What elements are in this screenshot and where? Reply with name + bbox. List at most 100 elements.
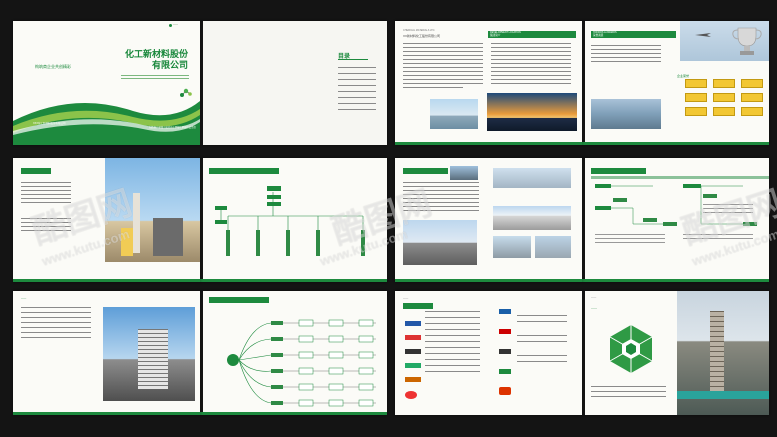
brand-logo-icon: [499, 387, 511, 395]
brand-logo-icon: [405, 363, 421, 368]
brand-logo-icon: [405, 349, 421, 354]
brand-logo-icon: [499, 329, 511, 334]
cover-footer: ХХХ化工新材料股份有限公司: [33, 122, 66, 125]
cover-wave-graphic: [13, 101, 200, 145]
toc-entry-line: [338, 91, 376, 92]
text-line: [403, 43, 483, 44]
text-line: [403, 71, 483, 72]
brand-logo-icon: [499, 369, 511, 374]
page-gap: [582, 291, 585, 415]
section-header-bar: [209, 297, 269, 303]
toc-entry-line: [338, 67, 376, 68]
text-line: [491, 67, 571, 68]
text-line: [491, 75, 571, 76]
text-line: [425, 347, 480, 348]
company-logo-icon: [169, 24, 172, 27]
text-line: [21, 202, 71, 203]
text-line: [517, 335, 567, 336]
plant-tower: [133, 193, 140, 253]
text-line: [21, 230, 71, 231]
toc-entry-line: [338, 109, 376, 110]
text-line: [425, 311, 480, 312]
text-line: [403, 190, 479, 191]
text-line: [591, 49, 661, 50]
bottom-accent-bar: [395, 142, 769, 145]
warehouse-photo-2: [493, 236, 531, 258]
airplane-icon: [695, 33, 711, 37]
cover-logo-text: ——: [173, 23, 178, 26]
text-line: [21, 317, 91, 318]
text-line: [491, 59, 571, 60]
brochure-spread-partners: —— —— ——: [395, 291, 769, 415]
text-line: [425, 341, 480, 342]
text-line: [403, 55, 483, 56]
text-line: [491, 63, 571, 64]
toc-underline: [338, 59, 368, 60]
facility-structure: [138, 329, 168, 389]
text-line: [403, 202, 479, 203]
brochure-spread-cover: 构筑商企业共创精彩 ХХХ化工新材料股份有限公司 —— 化工新材料股份 有限公司…: [13, 21, 387, 145]
brand-logo-icon: [499, 349, 511, 354]
award-certificate: [713, 93, 735, 102]
text-line: [403, 67, 483, 68]
brand-logo-icon: [405, 321, 421, 326]
section-header-bar: [21, 168, 51, 174]
section-label: ——: [21, 297, 27, 300]
text-line: [21, 337, 91, 338]
text-line: [425, 335, 480, 336]
bridge-sunset-photo: [487, 93, 577, 131]
warehouse-photo-3: [535, 236, 571, 258]
text-line: [21, 332, 91, 333]
text-line: [403, 75, 483, 76]
bottom-accent-bar: [13, 279, 387, 282]
award-certificate: [685, 79, 707, 88]
text-line: [517, 341, 567, 342]
section-label: ——: [591, 306, 597, 310]
text-line: [591, 386, 666, 387]
text-line: [425, 323, 480, 324]
refinery-photo: [403, 220, 477, 265]
award-certificate: [741, 93, 763, 102]
award-certificate: [685, 107, 707, 116]
cover-slogan: 创造客户价值 | 成就员工梦想 | 承担社会责任: [149, 126, 196, 129]
toc-entry-line: [338, 79, 376, 80]
text-line: [21, 194, 71, 195]
section-header-bar: [403, 168, 448, 174]
award-certificate: [741, 79, 763, 88]
section-header-bar-long: [591, 176, 769, 179]
text-line: [425, 329, 480, 330]
text-line: [21, 218, 71, 219]
toc-entry-line: [338, 103, 376, 104]
award-certificate: [741, 107, 763, 116]
teal-pipe: [677, 391, 769, 399]
toc-page: 目录: [203, 21, 387, 145]
factory-photo: [450, 166, 478, 180]
text-line: [491, 83, 571, 84]
section-label: ——: [403, 297, 409, 300]
text-line: [491, 55, 571, 56]
factory-aerial-photo: [591, 99, 661, 129]
culture-hexagon-diagram: [609, 325, 653, 373]
text-line: [21, 307, 91, 308]
text-line: [21, 190, 71, 191]
text-line: [21, 182, 71, 183]
text-line: [491, 71, 571, 72]
brand-logo-icon: [405, 377, 421, 382]
about-company-name: ХХ新材料化工股份有限公司: [403, 34, 441, 38]
about-section-label: 集团简介: [490, 34, 501, 37]
text-line: [491, 51, 571, 52]
text-line: [403, 206, 479, 207]
text-line: [21, 312, 91, 313]
toc-entry-line: [338, 85, 376, 86]
about-header-en: CHEMICAL MATERIALS LTD.: [403, 29, 435, 32]
cover-text-line: [121, 78, 189, 79]
molecule-icon: [180, 88, 192, 97]
section-header-bar: [403, 303, 433, 309]
cover-title-line2: 有限公司: [151, 60, 188, 70]
text-line: [591, 391, 666, 392]
text-line: [21, 322, 91, 323]
toc-entry-line: [338, 73, 376, 74]
plant-tower: [121, 228, 133, 256]
text-line: [425, 371, 480, 372]
text-line: [21, 327, 91, 328]
